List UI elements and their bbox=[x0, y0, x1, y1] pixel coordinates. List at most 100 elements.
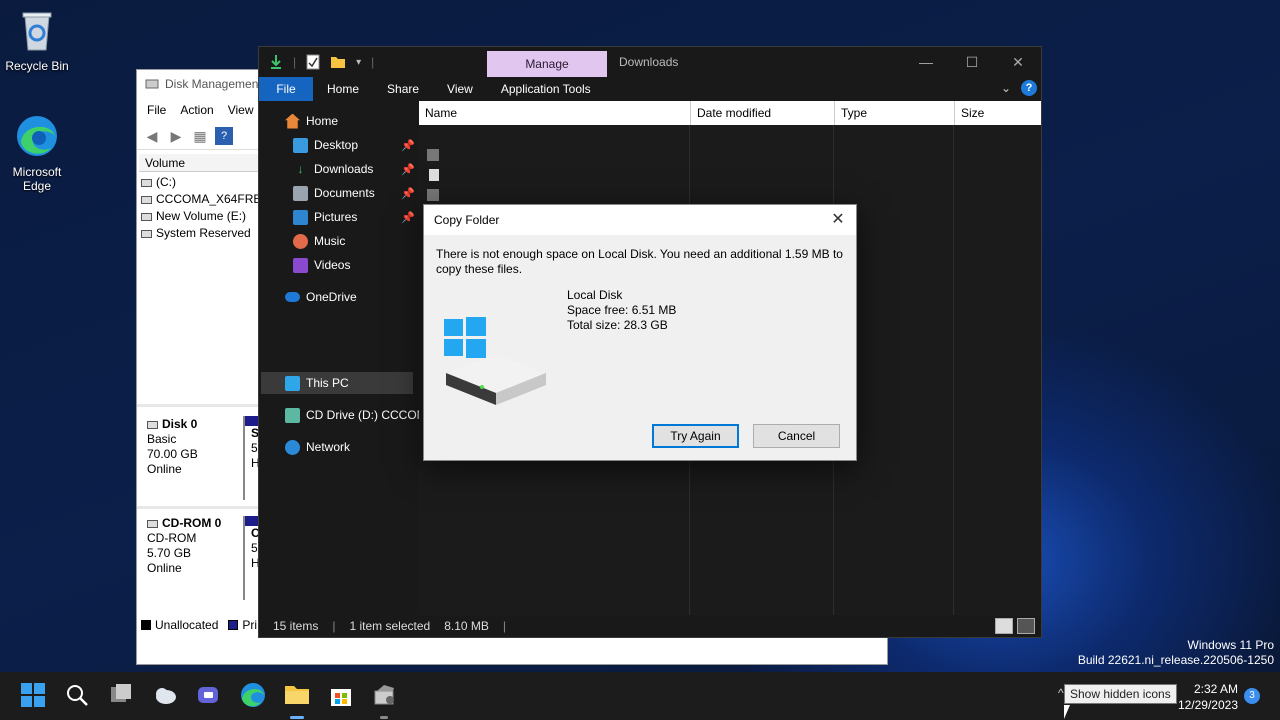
window-controls: — ☐ ✕ bbox=[903, 47, 1041, 77]
quick-access-toolbar: | ▾ | bbox=[259, 47, 374, 77]
window-title: Disk Management bbox=[165, 77, 262, 91]
nav-onedrive[interactable]: OneDrive bbox=[285, 287, 357, 307]
watermark-edition: Windows 11 Pro bbox=[1187, 638, 1274, 652]
disk-icon bbox=[147, 420, 158, 429]
nav-this-pc[interactable]: This PC bbox=[285, 373, 349, 393]
customize-toolbar-chevron-icon[interactable]: ▾ bbox=[356, 57, 361, 68]
menu-file[interactable]: File bbox=[147, 103, 166, 117]
column-header-size[interactable]: Size bbox=[955, 101, 1041, 125]
ribbon-tabs: File Home Share View Application Tools ⌄… bbox=[259, 77, 1041, 101]
pane-divider[interactable] bbox=[137, 404, 261, 407]
home-icon bbox=[285, 113, 300, 129]
disk-name: Local Disk bbox=[567, 288, 623, 302]
details-view-icon[interactable] bbox=[995, 618, 1013, 634]
copy-folder-dialog[interactable]: Copy Folder ✕ There is not enough space … bbox=[423, 204, 857, 461]
nav-cd-drive[interactable]: CD Drive (D:) CCCOMA bbox=[285, 405, 435, 425]
nav-network[interactable]: Network bbox=[285, 437, 350, 457]
volume-row[interactable]: (C:) bbox=[141, 174, 271, 191]
disk-0-info[interactable]: Disk 0 Basic 70.00 GB Online bbox=[141, 417, 241, 477]
column-header-type[interactable]: Type bbox=[835, 101, 955, 125]
desktop-icon-edge[interactable]: Microsoft Edge bbox=[0, 114, 74, 193]
properties-icon[interactable]: ▦ bbox=[191, 127, 209, 145]
menu-view[interactable]: View bbox=[228, 103, 254, 117]
hidden-icons-chevron-icon[interactable]: ^ bbox=[1058, 686, 1064, 700]
tab-file[interactable]: File bbox=[259, 77, 313, 101]
manage-contextual-tab[interactable]: Manage bbox=[487, 51, 607, 77]
clock-time: 2:32 AM bbox=[1193, 682, 1238, 696]
expand-ribbon-chevron-icon[interactable]: ⌄ bbox=[1001, 81, 1011, 95]
explorer-titlebar[interactable]: | ▾ | Manage Downloads — ☐ ✕ bbox=[259, 47, 1041, 77]
volume-row[interactable]: System Reserved bbox=[141, 225, 271, 242]
download-arrow-icon[interactable] bbox=[269, 54, 283, 70]
tab-home[interactable]: Home bbox=[313, 77, 373, 101]
notification-badge[interactable]: 3 bbox=[1244, 688, 1260, 704]
drive-icon bbox=[141, 229, 152, 238]
view-buttons bbox=[995, 618, 1035, 634]
drive-icon bbox=[141, 178, 152, 187]
widgets-weather-icon[interactable] bbox=[152, 682, 178, 708]
nav-documents[interactable]: Documents bbox=[293, 183, 375, 203]
new-folder-icon[interactable] bbox=[330, 55, 346, 69]
back-arrow-icon[interactable]: ◀ bbox=[143, 127, 161, 145]
desktop-folder-icon bbox=[293, 137, 308, 153]
drive-icon bbox=[141, 212, 152, 221]
downloads-arrow-icon: ↓ bbox=[297, 161, 304, 176]
close-icon[interactable]: ✕ bbox=[995, 47, 1041, 77]
large-icons-view-icon[interactable] bbox=[1017, 618, 1035, 634]
computer-icon bbox=[285, 375, 300, 391]
help-icon[interactable]: ? bbox=[1021, 80, 1037, 96]
menu-action[interactable]: Action bbox=[180, 103, 213, 117]
file-icon bbox=[429, 169, 439, 181]
dialog-message: There is not enough space on Local Disk.… bbox=[436, 247, 843, 276]
nav-downloads[interactable]: ↓ Downloads bbox=[293, 159, 374, 179]
try-again-button[interactable]: Try Again bbox=[652, 424, 739, 448]
task-view-icon[interactable] bbox=[108, 682, 134, 708]
pin-icon[interactable]: 📌 bbox=[401, 187, 415, 200]
column-header-date-modified[interactable]: Date modified bbox=[691, 101, 835, 125]
setup-installer-icon[interactable] bbox=[372, 682, 398, 708]
column-header-name[interactable]: Name bbox=[419, 101, 691, 125]
videos-icon bbox=[293, 257, 308, 273]
documents-icon bbox=[293, 185, 308, 201]
drive-icon bbox=[141, 195, 152, 204]
microsoft-store-icon[interactable] bbox=[328, 682, 354, 708]
pin-icon[interactable]: 📌 bbox=[401, 163, 415, 176]
navigation-pane: Home Desktop 📌 ↓ Downloads 📌 Documents 📌 … bbox=[259, 101, 435, 615]
volume-column-header[interactable]: Volume bbox=[139, 154, 259, 172]
start-windows-icon[interactable] bbox=[20, 682, 46, 708]
tab-application-tools[interactable]: Application Tools bbox=[487, 77, 605, 101]
nav-pictures[interactable]: Pictures bbox=[293, 207, 357, 227]
dialog-titlebar[interactable]: Copy Folder ✕ bbox=[424, 205, 856, 235]
pin-icon[interactable]: 📌 bbox=[401, 139, 415, 152]
search-icon[interactable] bbox=[64, 682, 90, 708]
nav-music[interactable]: Music bbox=[293, 231, 345, 251]
volume-row[interactable]: CCCOMA_X64FRE... bbox=[141, 191, 271, 208]
cancel-button[interactable]: Cancel bbox=[753, 424, 840, 448]
pin-icon[interactable]: 📌 bbox=[401, 211, 415, 224]
music-icon bbox=[293, 233, 308, 249]
nav-desktop[interactable]: Desktop bbox=[293, 135, 358, 155]
teams-chat-icon[interactable] bbox=[196, 682, 222, 708]
volume-row[interactable]: New Volume (E:) bbox=[141, 208, 271, 225]
onedrive-cloud-icon bbox=[285, 292, 300, 302]
desktop-icon-recycle-bin[interactable]: Recycle Bin bbox=[0, 8, 74, 73]
tab-share[interactable]: Share bbox=[373, 77, 433, 101]
partition-legend: Unallocated Pri bbox=[141, 618, 257, 632]
minimize-icon[interactable]: — bbox=[903, 47, 949, 77]
nav-home[interactable]: Home bbox=[285, 111, 338, 131]
tab-view[interactable]: View bbox=[433, 77, 487, 101]
help-icon[interactable]: ? bbox=[215, 126, 233, 145]
properties-checkmark-icon[interactable] bbox=[306, 54, 320, 70]
clock-date: 12/29/2023 bbox=[1177, 698, 1238, 712]
maximize-icon[interactable]: ☐ bbox=[949, 47, 995, 77]
forward-arrow-icon[interactable]: ▶ bbox=[167, 127, 185, 145]
disk-divider bbox=[137, 506, 261, 509]
pictures-icon bbox=[293, 209, 308, 225]
file-explorer-taskbar-icon[interactable] bbox=[284, 682, 310, 708]
cdrom-0-info[interactable]: CD-ROM 0 CD-ROM 5.70 GB Online bbox=[141, 516, 241, 576]
close-icon[interactable]: ✕ bbox=[828, 205, 848, 235]
network-icon bbox=[285, 439, 300, 455]
nav-videos[interactable]: Videos bbox=[293, 255, 350, 275]
system-clock[interactable]: 2:32 AM 12/29/2023 bbox=[1178, 681, 1238, 713]
edge-browser-icon[interactable] bbox=[240, 682, 266, 708]
